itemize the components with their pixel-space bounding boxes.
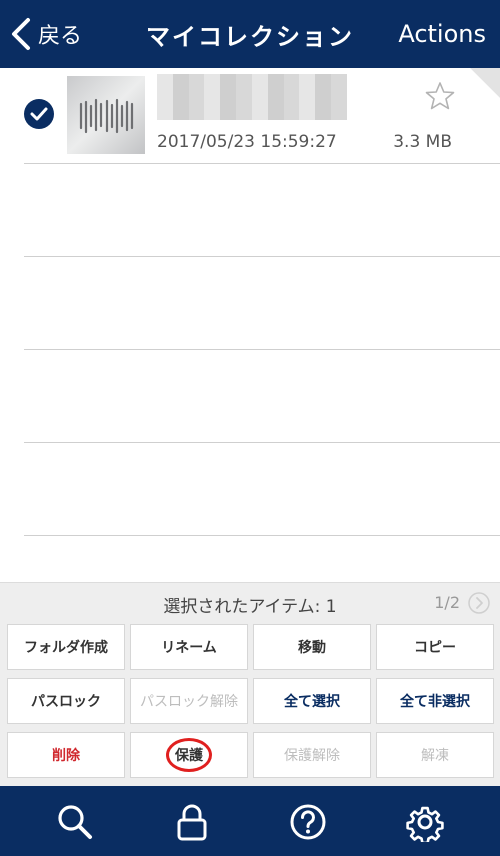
- selected-count-label: 選択されたアイテム: 1: [163, 597, 337, 617]
- page-indicator: 1/2: [434, 593, 460, 612]
- rename-button[interactable]: リネーム: [130, 624, 248, 670]
- next-page-icon[interactable]: [468, 592, 490, 614]
- help-icon: [290, 804, 326, 840]
- row-divider: [24, 256, 500, 257]
- file-name-pixelated: [157, 74, 347, 120]
- chevron-left-icon: [12, 18, 30, 50]
- delete-button[interactable]: 削除: [7, 732, 125, 778]
- back-label: 戻る: [38, 24, 83, 49]
- search-icon: [58, 805, 92, 839]
- tab-help[interactable]: [288, 802, 328, 842]
- copy-button[interactable]: コピー: [376, 624, 494, 670]
- row-divider: [24, 535, 500, 536]
- file-size: 3.3 MB: [393, 132, 452, 152]
- protect-label: 保護: [166, 738, 212, 772]
- passlock-button[interactable]: パスロック: [7, 678, 125, 724]
- file-date: 2017/05/23 15:59:27: [157, 132, 337, 152]
- settings-icon: [406, 806, 444, 845]
- file-thumbnail: [67, 76, 145, 154]
- back-button[interactable]: 戻る: [8, 14, 82, 54]
- extract-button[interactable]: 解凍: [376, 732, 494, 778]
- file-list: 2017/05/23 15:59:27 3.3 MB: [0, 68, 500, 582]
- move-button[interactable]: 移動: [253, 624, 371, 670]
- select-all-button[interactable]: 全て選択: [253, 678, 371, 724]
- file-row[interactable]: 2017/05/23 15:59:27 3.3 MB: [0, 68, 500, 163]
- screen: 戻る マイコレクション Actions 2017/05/23 15:59:27 …: [0, 0, 500, 856]
- tab-settings[interactable]: [405, 802, 445, 845]
- nav-bar: 戻る マイコレクション Actions: [0, 0, 500, 68]
- unprotect-button[interactable]: 保護解除: [253, 732, 371, 778]
- row-divider: [24, 163, 500, 164]
- lock-icon: [177, 804, 207, 841]
- deselect-all-button[interactable]: 全て非選択: [376, 678, 494, 724]
- tab-lock[interactable]: [172, 802, 212, 842]
- tab-bar: [0, 786, 500, 856]
- tab-search[interactable]: [55, 802, 95, 842]
- star-icon[interactable]: [424, 80, 456, 112]
- checkmark-icon[interactable]: [24, 99, 54, 129]
- row-divider: [24, 349, 500, 350]
- actions-button[interactable]: Actions: [398, 0, 486, 68]
- page-curl-icon: [470, 68, 500, 98]
- create-folder-button[interactable]: フォルダ作成: [7, 624, 125, 670]
- panel-header: 選択されたアイテム: 1 1/2: [0, 583, 500, 623]
- row-divider: [24, 442, 500, 443]
- passlock-release-button[interactable]: パスロック解除: [130, 678, 248, 724]
- action-panel: 選択されたアイテム: 1 1/2 フォルダ作成 リネーム 移動 コピー パスロッ…: [0, 582, 500, 787]
- protect-button[interactable]: 保護: [130, 732, 248, 778]
